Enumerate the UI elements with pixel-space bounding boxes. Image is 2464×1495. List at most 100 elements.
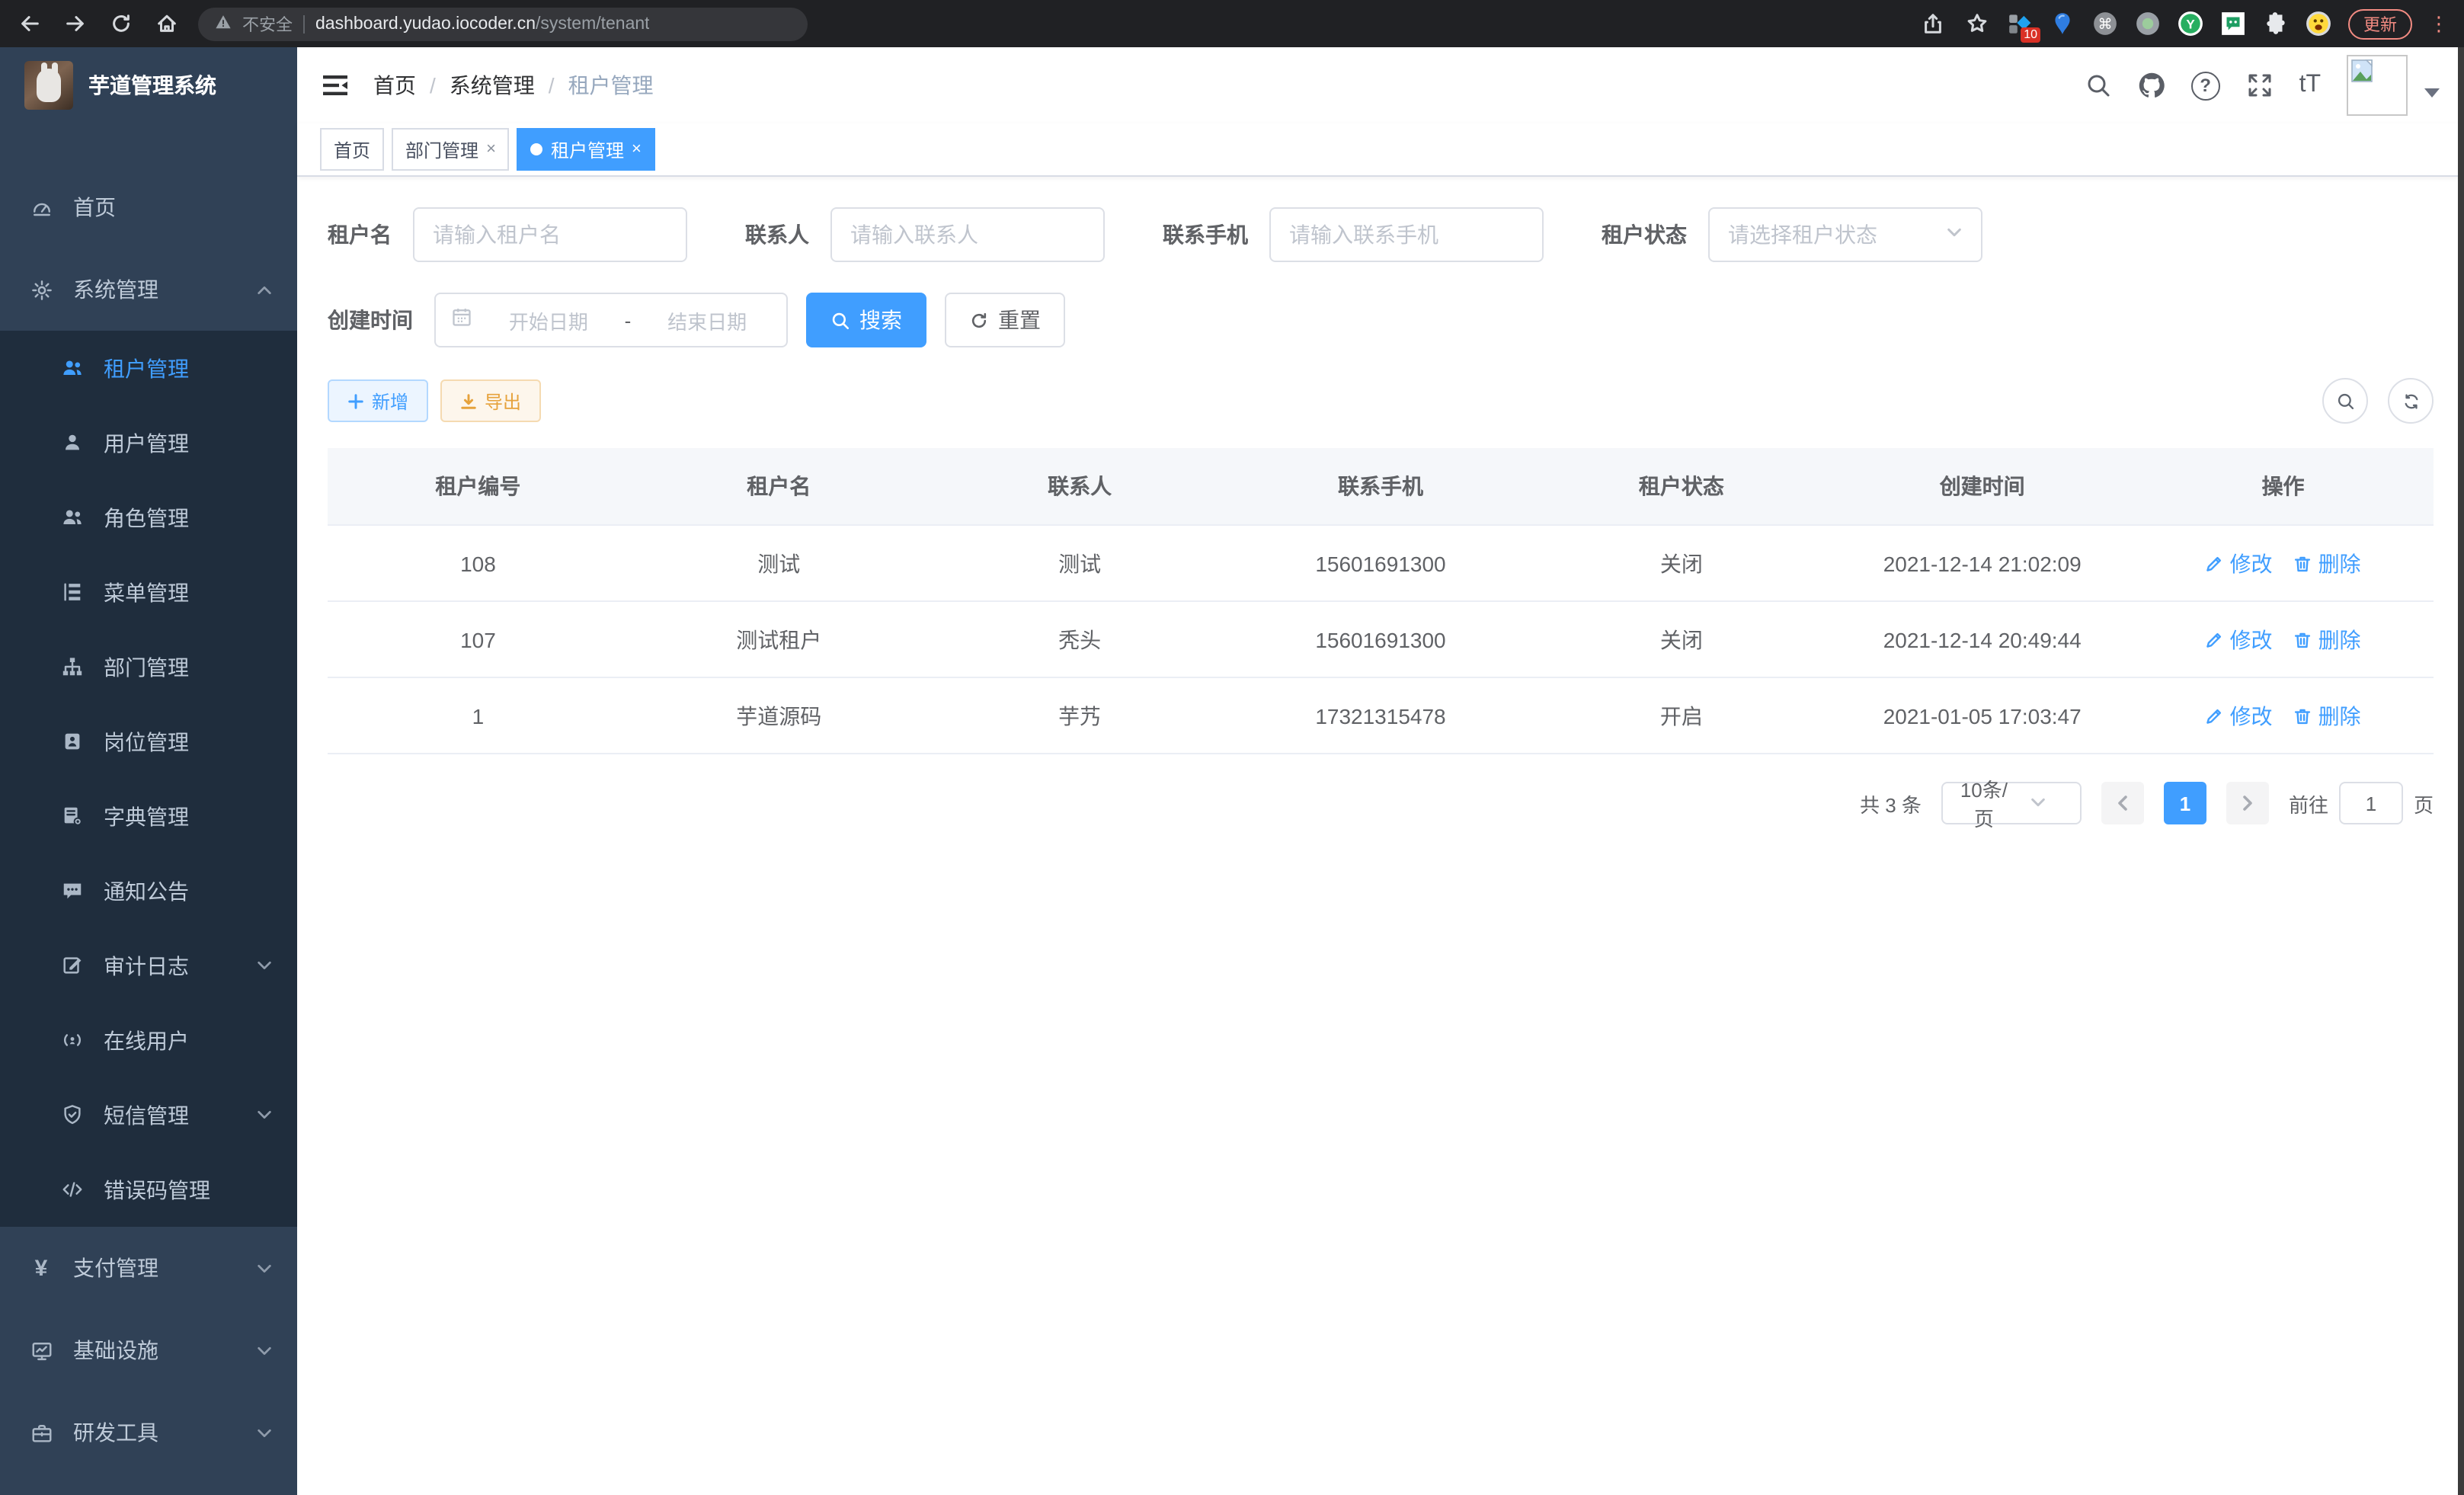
avatar-caret-icon[interactable] xyxy=(2424,88,2440,98)
mobile-input[interactable] xyxy=(1269,207,1544,262)
forward-icon[interactable] xyxy=(61,10,88,37)
sidebar-item-user[interactable]: 用户管理 xyxy=(0,405,297,480)
contact-input[interactable] xyxy=(830,207,1105,262)
cell-mobile: 17321315478 xyxy=(1230,703,1531,728)
extension-puzzle-icon[interactable] xyxy=(2263,11,2289,37)
sidebar-item-dept[interactable]: 部门管理 xyxy=(0,629,297,704)
extension-command-icon[interactable]: ⌘ xyxy=(2092,11,2118,37)
status-select[interactable]: 请选择租户状态 xyxy=(1708,207,1982,262)
extension-y-icon[interactable]: Y xyxy=(2178,11,2203,37)
cell-contact: 芋艿 xyxy=(930,700,1230,731)
sidebar-item-audit-log[interactable]: 审计日志 xyxy=(0,928,297,1003)
extension-tabs-icon[interactable]: 10 xyxy=(2007,11,2033,37)
search-button[interactable]: 搜索 xyxy=(806,293,926,347)
column-header: 联系手机 xyxy=(1230,471,1531,501)
show-search-button[interactable] xyxy=(2322,378,2368,424)
delete-link[interactable]: 删除 xyxy=(2294,700,2361,731)
user-icon xyxy=(59,431,84,455)
date-range-picker[interactable]: 开始日期 - 结束日期 xyxy=(434,293,788,347)
fullscreen-icon[interactable] xyxy=(2246,72,2274,99)
tags-view: 首页 部门管理× 租户管理× xyxy=(297,123,2464,177)
page-url[interactable]: dashboard.yudao.iocoder.cn/system/tenant xyxy=(315,14,650,33)
navbar-actions: ? tT xyxy=(2085,55,2440,116)
tab-tenant[interactable]: 租户管理× xyxy=(517,128,655,171)
sidebar-item-menu[interactable]: 菜单管理 xyxy=(0,555,297,629)
app-logo[interactable]: 芋道管理系统 xyxy=(0,47,297,123)
sidebar-item-infra[interactable]: 基础设施 xyxy=(0,1309,297,1391)
refresh-icon xyxy=(969,310,989,330)
share-icon[interactable] xyxy=(1918,10,1946,37)
home-icon[interactable] xyxy=(152,10,180,37)
export-button[interactable]: 导出 xyxy=(440,379,541,422)
bookmark-star-icon[interactable] xyxy=(1963,10,1990,37)
next-page-button[interactable] xyxy=(2226,782,2269,824)
refresh-table-button[interactable] xyxy=(2388,378,2434,424)
column-header: 创建时间 xyxy=(1832,471,2133,501)
prev-page-button[interactable] xyxy=(2101,782,2144,824)
extension-pin-icon[interactable] xyxy=(2050,11,2075,37)
trash-icon xyxy=(2294,706,2312,725)
sidebar-item-label: 字典管理 xyxy=(104,801,189,831)
extension-emoji-icon[interactable] xyxy=(2306,11,2331,37)
back-icon[interactable] xyxy=(15,10,43,37)
tab-home[interactable]: 首页 xyxy=(320,128,384,171)
page-size-select[interactable]: 10条/页 xyxy=(1941,782,2082,824)
sidebar-item-role[interactable]: 角色管理 xyxy=(0,480,297,555)
sidebar-item-online-users[interactable]: 在线用户 xyxy=(0,1003,297,1077)
trash-icon xyxy=(2294,554,2312,572)
sidebar-item-label: 基础设施 xyxy=(73,1335,158,1365)
sidebar-item-tenant[interactable]: 租户管理 xyxy=(0,331,297,405)
chevron-down-icon xyxy=(2011,792,2066,815)
tree-list-icon xyxy=(59,580,84,604)
edit-link[interactable]: 修改 xyxy=(2206,624,2273,655)
browser-toolbar: 不安全 dashboard.yudao.iocoder.cn/system/te… xyxy=(0,0,2464,47)
sidebar-item-pay[interactable]: ¥ 支付管理 xyxy=(0,1227,297,1309)
edit-link[interactable]: 修改 xyxy=(2206,548,2273,578)
cell-id: 1 xyxy=(328,703,629,728)
org-chart-icon xyxy=(59,655,84,679)
font-size-icon[interactable]: tT xyxy=(2299,72,2321,99)
edit-link[interactable]: 修改 xyxy=(2206,700,2273,731)
chrome-menu-icon[interactable]: ⋮ xyxy=(2429,11,2449,36)
address-bar[interactable]: 不安全 dashboard.yudao.iocoder.cn/system/te… xyxy=(198,7,808,40)
tenant-name-label: 租户名 xyxy=(328,219,392,250)
add-button[interactable]: 新增 xyxy=(328,379,428,422)
avatar[interactable] xyxy=(2347,55,2408,116)
extension-chat-icon[interactable] xyxy=(2220,11,2246,37)
sidebar-item-post[interactable]: 岗位管理 xyxy=(0,704,297,779)
app-window: 不安全 dashboard.yudao.iocoder.cn/system/te… xyxy=(0,0,2464,1495)
delete-link[interactable]: 删除 xyxy=(2294,624,2361,655)
sidebar-item-notice[interactable]: 通知公告 xyxy=(0,853,297,928)
help-icon[interactable]: ? xyxy=(2191,71,2220,100)
close-icon[interactable]: × xyxy=(632,140,642,158)
github-icon[interactable] xyxy=(2138,72,2165,99)
sidebar-item-system[interactable]: 系统管理 xyxy=(0,248,297,331)
refresh-icon xyxy=(2401,391,2421,411)
broken-image-icon xyxy=(2351,59,2377,82)
total-count: 共 3 条 xyxy=(1860,789,1922,818)
sidebar-item-dict[interactable]: 字典管理 xyxy=(0,779,297,853)
sidebar-item-home[interactable]: 首页 xyxy=(0,166,297,248)
close-icon[interactable]: × xyxy=(486,140,496,158)
sidebar-collapse-icon[interactable] xyxy=(322,72,349,99)
extension-record-icon[interactable] xyxy=(2135,11,2161,37)
tab-dept[interactable]: 部门管理× xyxy=(392,128,510,171)
reload-icon[interactable] xyxy=(107,10,134,37)
sidebar-item-dev-tools[interactable]: 研发工具 xyxy=(0,1391,297,1474)
sidebar-item-sms[interactable]: 短信管理 xyxy=(0,1077,297,1152)
current-page-button[interactable]: 1 xyxy=(2164,782,2206,824)
header-search-icon[interactable] xyxy=(2085,72,2112,99)
breadcrumb-system[interactable]: 系统管理 xyxy=(450,70,535,101)
tenant-name-input[interactable] xyxy=(413,207,687,262)
sidebar-item-error-code[interactable]: 错误码管理 xyxy=(0,1152,297,1227)
chrome-update-button[interactable]: 更新 xyxy=(2348,8,2412,39)
window-scrollbar[interactable] xyxy=(2458,47,2464,1495)
goto-page-input[interactable] xyxy=(2339,782,2403,824)
reset-button[interactable]: 重置 xyxy=(945,293,1065,347)
not-secure-warning-icon[interactable] xyxy=(215,10,232,37)
cell-actions: 修改 删除 xyxy=(2133,624,2434,655)
sidebar-item-label: 通知公告 xyxy=(104,876,189,906)
delete-link[interactable]: 删除 xyxy=(2294,548,2361,578)
security-label[interactable]: 不安全 xyxy=(242,11,293,36)
breadcrumb-home[interactable]: 首页 xyxy=(373,70,416,101)
